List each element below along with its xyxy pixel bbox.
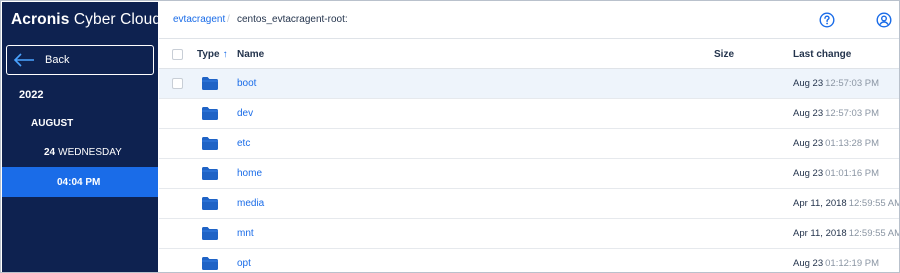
back-button[interactable]: Back bbox=[6, 45, 154, 75]
row-checkbox[interactable] bbox=[172, 78, 183, 89]
row-change-date: Apr 11, 2018 bbox=[793, 198, 847, 209]
table-row[interactable]: mnt Apr 11, 2018 12:59:55 AM bbox=[159, 219, 900, 249]
row-change-time: 12:59:55 AM bbox=[848, 198, 900, 209]
table-row[interactable]: home Aug 23 01:01:16 PM bbox=[159, 159, 899, 189]
top-bar: evtacragent / centos_evtacragent-root: bbox=[159, 2, 899, 39]
folder-icon bbox=[202, 107, 218, 120]
select-all-checkbox[interactable] bbox=[172, 49, 183, 60]
folder-icon bbox=[202, 77, 218, 90]
folder-icon bbox=[202, 167, 218, 180]
nav-day-name: WEDNESDAY bbox=[58, 147, 122, 158]
row-change-date: Aug 23 bbox=[793, 168, 824, 179]
breadcrumb-separator: / bbox=[227, 14, 230, 25]
nav-day-number: 24 bbox=[44, 147, 56, 158]
file-table: Type ↑ Name Size Last change boot Aug 23 12… bbox=[159, 39, 900, 272]
nav-time-selected[interactable]: 04:04 PM bbox=[2, 167, 158, 197]
brand-name-part2: Cyber Cloud bbox=[73, 11, 162, 28]
table-row[interactable]: opt Aug 23 01:12:19 PM bbox=[159, 249, 899, 272]
help-circle-icon[interactable] bbox=[819, 12, 835, 28]
row-change-time: 12:57:03 PM bbox=[825, 108, 879, 119]
table-row[interactable]: media Apr 11, 2018 12:59:55 AM bbox=[159, 189, 900, 219]
row-name[interactable]: opt bbox=[237, 258, 251, 269]
row-last-change: Aug 23 12:57:03 PM bbox=[793, 108, 879, 119]
brand-logo: Acronis Cyber Cloud bbox=[11, 11, 161, 29]
row-change-time: 01:13:28 PM bbox=[825, 138, 879, 149]
row-last-change: Aug 23 12:57:03 PM bbox=[793, 78, 879, 89]
nav-month-label: AUGUST bbox=[31, 118, 74, 129]
brand-name-part1: Acronis bbox=[11, 11, 70, 28]
row-name[interactable]: dev bbox=[237, 108, 253, 119]
row-change-time: 01:12:19 PM bbox=[825, 258, 879, 269]
row-last-change: Aug 23 01:12:19 PM bbox=[793, 258, 879, 269]
nav-year[interactable]: 2022 bbox=[2, 80, 158, 109]
column-header-last-change[interactable]: Last change bbox=[793, 49, 851, 60]
row-change-time: 01:01:16 PM bbox=[825, 168, 879, 179]
app-frame: Acronis Cyber Cloud Back 2022 AUGUST 24 … bbox=[0, 0, 900, 273]
row-last-change: Aug 23 01:01:16 PM bbox=[793, 168, 879, 179]
row-name[interactable]: home bbox=[237, 168, 262, 179]
breadcrumb-path: centos_evtacragent-root: bbox=[237, 14, 348, 25]
row-change-date: Apr 11, 2018 bbox=[793, 228, 847, 239]
nav-month[interactable]: AUGUST bbox=[2, 109, 158, 138]
table-row[interactable]: etc Aug 23 01:13:28 PM bbox=[159, 129, 899, 159]
table-header: Type ↑ Name Size Last change bbox=[159, 39, 899, 69]
table-row[interactable]: boot Aug 23 12:57:03 PM bbox=[159, 69, 899, 99]
row-name[interactable]: boot bbox=[237, 78, 256, 89]
folder-icon bbox=[202, 257, 218, 270]
back-button-label: Back bbox=[45, 54, 70, 66]
arrow-left-icon bbox=[13, 53, 34, 67]
column-header-type[interactable]: Type ↑ bbox=[197, 49, 228, 60]
sidebar: Acronis Cyber Cloud Back 2022 AUGUST 24 … bbox=[2, 2, 161, 272]
row-change-time: 12:57:03 PM bbox=[825, 78, 879, 89]
row-change-time: 12:59:55 AM bbox=[848, 228, 900, 239]
folder-icon bbox=[202, 197, 218, 210]
column-header-type-label: Type bbox=[197, 49, 220, 60]
nav-year-label: 2022 bbox=[19, 88, 44, 101]
folder-icon bbox=[202, 227, 218, 240]
folder-icon bbox=[202, 137, 218, 150]
sort-ascending-icon: ↑ bbox=[222, 49, 228, 60]
user-circle-icon[interactable] bbox=[876, 12, 892, 28]
row-change-date: Aug 23 bbox=[793, 78, 824, 89]
row-name[interactable]: etc bbox=[237, 138, 250, 149]
row-last-change: Apr 11, 2018 12:59:55 AM bbox=[793, 228, 900, 239]
row-last-change: Aug 23 01:13:28 PM bbox=[793, 138, 879, 149]
column-header-name[interactable]: Name bbox=[237, 49, 264, 60]
row-change-date: Aug 23 bbox=[793, 138, 824, 149]
row-name[interactable]: media bbox=[237, 198, 264, 209]
row-change-date: Aug 23 bbox=[793, 258, 824, 269]
column-header-size[interactable]: Size bbox=[714, 49, 734, 60]
row-change-date: Aug 23 bbox=[793, 108, 824, 119]
nav-time-label: 04:04 PM bbox=[57, 176, 101, 188]
row-last-change: Apr 11, 2018 12:59:55 AM bbox=[793, 198, 900, 209]
row-name[interactable]: mnt bbox=[237, 228, 254, 239]
table-row[interactable]: dev Aug 23 12:57:03 PM bbox=[159, 99, 899, 129]
nav-day[interactable]: 24 WEDNESDAY bbox=[2, 138, 158, 167]
breadcrumb-agent[interactable]: evtacragent bbox=[173, 14, 225, 25]
